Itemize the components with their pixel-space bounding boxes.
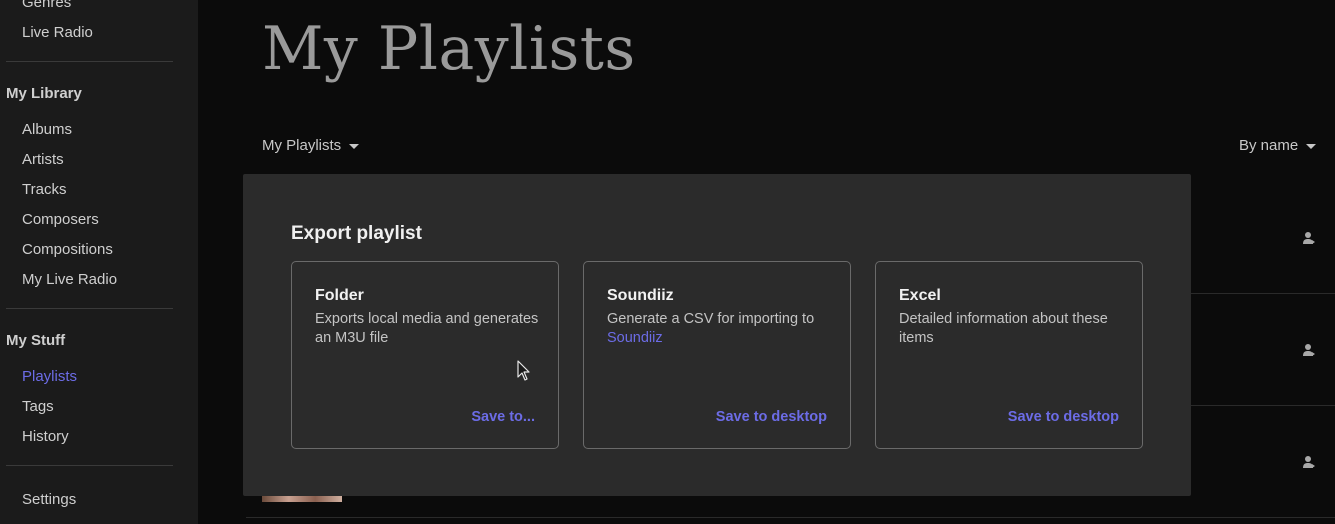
sidebar-item-history[interactable]: History — [22, 428, 69, 445]
person-share-icon[interactable] — [1302, 343, 1316, 357]
caret-down-icon — [1306, 144, 1317, 149]
sidebar-item-live-radio[interactable]: Live Radio — [22, 24, 93, 41]
sidebar-item-albums[interactable]: Albums — [22, 121, 72, 138]
export-option-excel[interactable]: Excel Detailed information about these i… — [875, 261, 1143, 449]
sidebar-section-my-stuff: My Stuff — [6, 332, 66, 349]
row-divider — [246, 517, 1335, 518]
soundiiz-link[interactable]: Soundiiz — [607, 330, 663, 346]
sidebar-divider — [6, 465, 173, 466]
card-description: Exports local media and generates an M3U… — [315, 311, 539, 346]
export-option-soundiiz[interactable]: Soundiiz Generate a CSV for importing to… — [583, 261, 851, 449]
save-to-button[interactable]: Save to... — [471, 409, 535, 425]
sidebar-item-playlists[interactable]: Playlists — [22, 368, 77, 385]
sidebar-item-genres[interactable]: Genres — [22, 0, 71, 11]
mouse-pointer-icon — [517, 360, 530, 381]
person-share-icon[interactable] — [1302, 455, 1316, 469]
dialog-title: Export playlist — [291, 223, 422, 244]
card-description-text: Generate a CSV for importing to — [607, 311, 815, 327]
card-description: Detailed information about these items — [899, 311, 1108, 346]
caret-down-icon — [349, 144, 360, 149]
playlist-thumbnail[interactable] — [262, 496, 342, 502]
playlist-filter-label: My Playlists — [262, 137, 342, 154]
sidebar-item-compositions[interactable]: Compositions — [22, 241, 113, 258]
sidebar-item-tracks[interactable]: Tracks — [22, 181, 66, 198]
card-title: Excel — [899, 287, 941, 304]
card-title: Folder — [315, 287, 364, 304]
save-to-desktop-button[interactable]: Save to desktop — [716, 409, 827, 425]
sidebar: Genres Live Radio My Library Albums Arti… — [0, 0, 198, 524]
page-title: My Playlists — [262, 14, 636, 84]
sort-label: By name — [1239, 137, 1299, 154]
person-share-icon[interactable] — [1302, 231, 1316, 245]
export-option-folder[interactable]: Folder Exports local media and generates… — [291, 261, 559, 449]
sidebar-item-tags[interactable]: Tags — [22, 398, 54, 415]
sidebar-divider — [6, 61, 173, 62]
sidebar-item-my-live-radio[interactable]: My Live Radio — [22, 271, 117, 288]
card-description: Generate a CSV for importing to Soundiiz — [607, 310, 837, 348]
save-to-desktop-button[interactable]: Save to desktop — [1008, 409, 1119, 425]
card-title: Soundiiz — [607, 287, 674, 304]
sidebar-section-my-library: My Library — [6, 85, 82, 102]
export-playlist-dialog: Export playlist Folder Exports local med… — [243, 174, 1191, 496]
sidebar-divider — [6, 308, 173, 309]
sidebar-item-artists[interactable]: Artists — [22, 151, 64, 168]
playlist-filter-dropdown[interactable]: My Playlists — [262, 137, 360, 154]
sidebar-item-composers[interactable]: Composers — [22, 211, 99, 228]
sidebar-item-settings[interactable]: Settings — [22, 491, 76, 508]
sort-dropdown[interactable]: By name — [1239, 137, 1317, 154]
